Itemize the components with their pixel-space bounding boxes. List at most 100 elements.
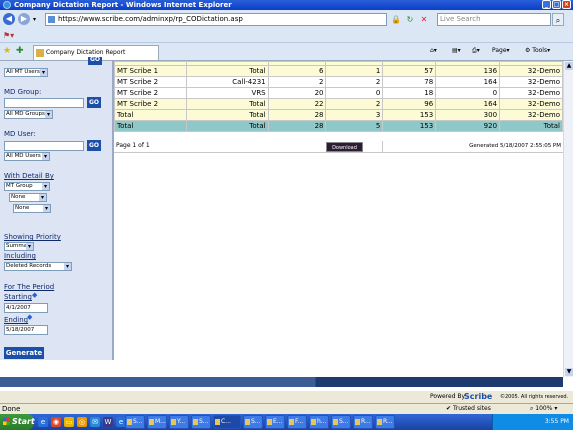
word-quicklaunch-icon[interactable]: W [103, 417, 113, 427]
generated-timestamp: Generated 5/18/2007 2:55:05 PM [469, 143, 561, 149]
taskbar-task-button[interactable]: S... [191, 415, 211, 429]
recent-pages-icon[interactable]: ▾ [33, 16, 36, 23]
page-menu[interactable]: Page▾ [492, 47, 510, 54]
including-select[interactable]: Deleted Records [4, 262, 72, 271]
taskbar-task-button[interactable]: S... [331, 415, 351, 429]
taskbar-task-button[interactable]: Y... [169, 415, 189, 429]
maximize-button[interactable]: □ [552, 0, 561, 9]
start-button[interactable]: Start [0, 414, 35, 430]
outlook-quicklaunch-icon[interactable]: ✉ [90, 417, 100, 427]
table-cell: 0 [435, 87, 501, 99]
tools-menu[interactable]: ⚙ Tools▾ [525, 47, 550, 54]
table-row: Total Total 28 3 153 300 32-Demo [114, 109, 563, 121]
powered-by-footer: Powered By Scribe ©2005. All rights rese… [0, 392, 573, 402]
md-user-go-button[interactable]: GO [87, 140, 101, 151]
app-quicklaunch-icon[interactable]: ◉ [51, 417, 61, 427]
feeds-icon[interactable]: ▤▾ [452, 47, 461, 54]
security-zone: ✔ Trusted sites [446, 405, 491, 412]
calendar-icon-start[interactable]: ◆ [32, 292, 39, 299]
scroll-up-arrow[interactable]: ▲ [565, 62, 573, 70]
go-button-top[interactable]: GO [88, 57, 102, 65]
ending-date-input[interactable]: 5/18/2007 [4, 325, 48, 335]
generate-button[interactable]: Generate [4, 347, 44, 359]
starting-label: Starting [4, 293, 32, 301]
taskbar-task-button[interactable]: S... [243, 415, 263, 429]
refresh-icon[interactable]: ↻ [404, 13, 416, 26]
tab-page-icon [36, 49, 44, 57]
download-button[interactable]: Download [326, 142, 363, 152]
footer-divider [382, 141, 383, 153]
priority-select[interactable]: Summary [4, 242, 34, 251]
table-cell: 32-Demo [499, 65, 563, 77]
md-user-label: MD User: [4, 130, 36, 138]
home-icon[interactable]: ⌂▾ [430, 47, 437, 54]
mt-users-select[interactable]: All MT Users [4, 68, 48, 77]
detail-select-3[interactable]: None [13, 204, 51, 213]
for-period-label: For The Period [4, 283, 55, 291]
md-groups-select[interactable]: All MD Groups [4, 110, 53, 119]
close-window-button[interactable]: × [562, 0, 571, 9]
table-cell: 2 [325, 76, 384, 88]
taskbar-buttons: S... M... Y... S... C... S... E... F... h... S...… [125, 415, 395, 429]
horizontal-scrollbar[interactable] [0, 377, 563, 387]
table-cell: 0 [325, 87, 384, 99]
table-cell: 32-Demo [499, 87, 563, 99]
md-group-input[interactable] [4, 98, 84, 108]
print-icon[interactable]: ⎙▾ [472, 47, 480, 55]
md-user-input[interactable] [4, 141, 84, 151]
search-icon[interactable]: ⌕ [552, 13, 564, 26]
copyright-text: ©2005. All rights reserved. [500, 394, 569, 400]
zoom-level[interactable]: ⌕ 100% ▾ [530, 405, 557, 413]
lock-icon[interactable]: 🔒 [390, 13, 402, 26]
window-title-bar: Company Dictation Report - Windows Inter… [0, 0, 573, 10]
folder-quicklaunch-icon[interactable]: ▭ [64, 417, 74, 427]
table-cell: 5 [325, 120, 384, 132]
taskbar-task-button[interactable]: M... [147, 415, 167, 429]
table-cell: MT Scribe 2 [114, 76, 187, 88]
detail-select-2[interactable]: None [9, 193, 47, 202]
table-row: Total Total 28 5 153 920 Total [114, 120, 563, 132]
table-cell: 20 [267, 87, 327, 99]
media-quicklaunch-icon[interactable]: ◎ [77, 417, 87, 427]
table-cell: Total [185, 109, 269, 121]
taskbar-task-button[interactable]: F... [287, 415, 307, 429]
table-row: MT Scribe 2 Total 22 2 96 164 32-Demo [114, 98, 563, 110]
stop-icon[interactable]: ✕ [418, 13, 430, 26]
table-cell: MT Scribe 2 [114, 87, 187, 99]
status-bar: Done ✔ Trusted sites ⌕ 100% ▾ [0, 403, 573, 414]
forward-button[interactable]: ▶ [18, 13, 30, 25]
md-group-go-button[interactable]: GO [87, 97, 101, 108]
taskbar-task-button[interactable]: S... [125, 415, 145, 429]
detail-select-1[interactable]: MT Group [4, 182, 50, 191]
links-icon[interactable]: ⚑▾ [3, 31, 14, 40]
table-cell: 153 [382, 120, 437, 132]
page-content: GO All MT Users MD Group: GO All MD Grou… [0, 57, 573, 401]
ending-label: Ending [4, 316, 29, 324]
taskbar-task-button[interactable]: E... [265, 415, 285, 429]
taskbar-task-button[interactable]: R... [353, 415, 373, 429]
minimize-button[interactable]: _ [542, 0, 551, 9]
taskbar-task-button[interactable]: h... [309, 415, 329, 429]
address-bar[interactable]: https://www.scribe.com/adminxp/rp_CODict… [45, 13, 387, 26]
table-cell: Total [185, 98, 269, 110]
scroll-down-arrow[interactable]: ▼ [565, 368, 573, 376]
taskbar-task-button[interactable]: C... [213, 415, 241, 429]
table-cell: 78 [382, 76, 437, 88]
starting-date-input[interactable]: 4/1/2007 [4, 303, 48, 313]
table-cell: 6 [267, 65, 327, 77]
tools-menu-label: Tools [532, 47, 548, 54]
vertical-scrollbar[interactable]: ▲ ▼ [563, 61, 573, 377]
favorites-star-icon[interactable]: ★ [3, 46, 11, 56]
table-cell: 18 [382, 87, 437, 99]
search-input[interactable]: Live Search [437, 13, 551, 26]
ie-quicklaunch-icon[interactable]: e [38, 417, 48, 427]
back-button[interactable]: ◀ [3, 13, 15, 25]
calendar-icon-end[interactable]: ◆ [27, 314, 34, 321]
table-cell: 164 [435, 98, 501, 110]
taskbar-task-button[interactable]: R... [375, 415, 395, 429]
table-row: MT Scribe 2 Call-4231 2 2 78 164 32-Demo [114, 76, 563, 88]
table-cell: 1 [325, 65, 384, 77]
add-favorites-icon[interactable]: ✚ [16, 46, 24, 56]
md-users-select[interactable]: All MD Users [4, 152, 50, 161]
table-cell: Total [185, 65, 269, 77]
